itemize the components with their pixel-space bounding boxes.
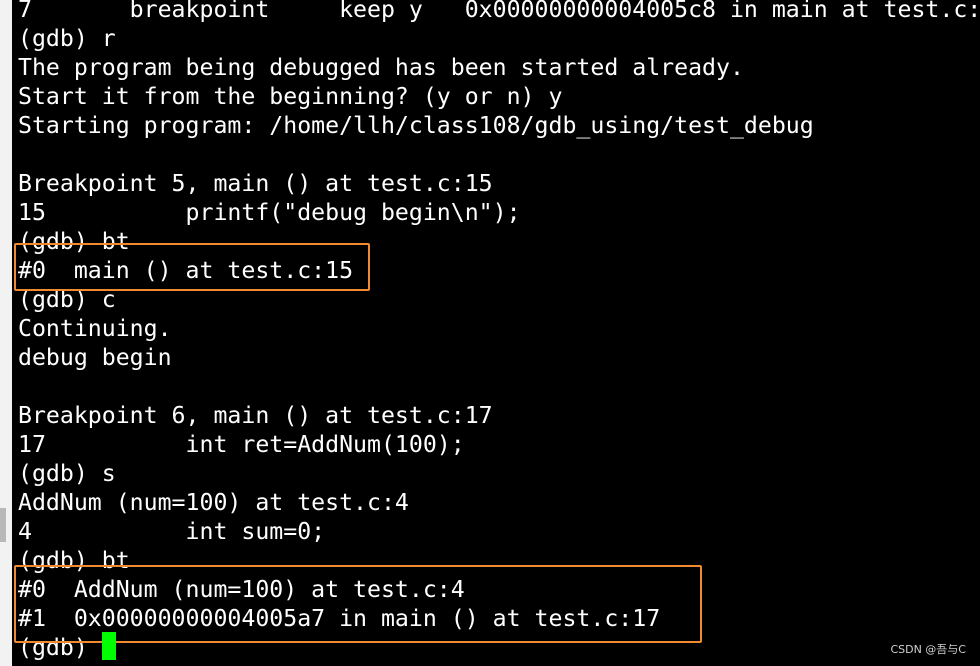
terminal-cursor xyxy=(102,632,116,660)
terminal-line: 7 breakpoint keep y 0x00000000004005c8 i… xyxy=(18,0,980,23)
terminal-line: Continuing. xyxy=(18,315,172,342)
terminal-output[interactable]: 7 breakpoint keep y 0x00000000004005c8 i… xyxy=(18,0,980,662)
terminal-line: debug begin xyxy=(18,344,172,371)
left-window-edge xyxy=(0,0,12,666)
terminal-line: Breakpoint 6, main () at test.c:17 xyxy=(18,402,493,429)
terminal-line: Breakpoint 5, main () at test.c:15 xyxy=(18,170,493,197)
terminal-line: 4 int sum=0; xyxy=(18,518,326,545)
terminal-line: 17 int ret=AddNum(100); xyxy=(18,431,465,458)
terminal-line: Start it from the beginning? (y or n) y xyxy=(18,83,563,110)
terminal-line: AddNum (num=100) at test.c:4 xyxy=(18,489,409,516)
terminal-line: The program being debugged has been star… xyxy=(18,54,744,81)
scroll-marker xyxy=(0,508,6,542)
terminal-line: (gdb) s xyxy=(18,460,116,487)
terminal-line: Starting program: /home/llh/class108/gdb… xyxy=(18,112,814,139)
terminal-line: (gdb) r xyxy=(18,25,116,52)
highlight-box-main-backtrace xyxy=(14,243,370,291)
terminal-line: 15 printf("debug begin\n"); xyxy=(18,199,521,226)
highlight-box-addnum-backtrace xyxy=(14,565,702,643)
watermark: CSDN @吾与C xyxy=(890,643,966,656)
